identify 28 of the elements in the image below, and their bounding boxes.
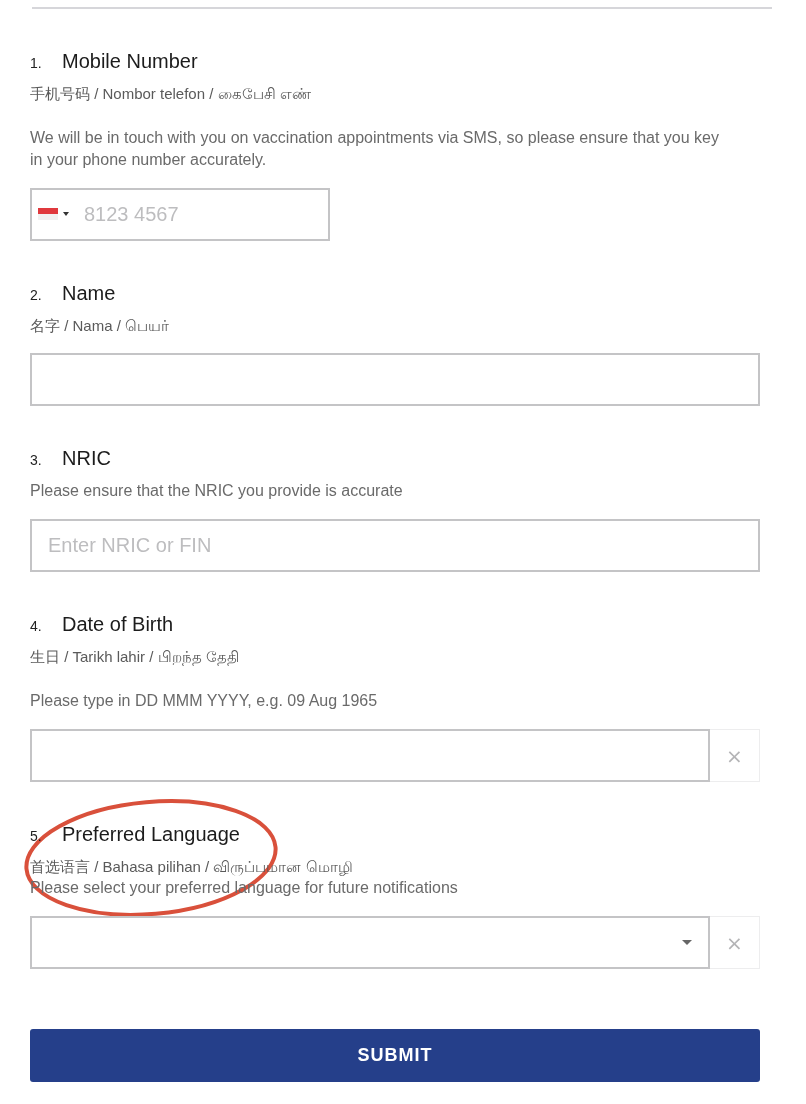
question-title: Preferred Language xyxy=(62,822,240,846)
field-description: Please type in DD MMM YYYY, e.g. 09 Aug 1965 xyxy=(30,691,379,711)
dropdown-field[interactable] xyxy=(30,916,710,969)
question-title: Date of Birth xyxy=(62,612,174,636)
caret-icon xyxy=(682,940,692,945)
country-code-dropdown[interactable] xyxy=(38,208,69,220)
clear-button[interactable]: × xyxy=(710,729,760,782)
phone-input-field[interactable]: 8123 4567 xyxy=(30,188,330,241)
question-number: 4. xyxy=(30,617,43,636)
clear-button[interactable]: × xyxy=(710,916,760,969)
translated-label: 生日 / Tarikh lahir / பிறந்த தேதி xyxy=(30,647,240,667)
text-input-field[interactable]: Enter NRIC or FIN xyxy=(30,519,760,572)
question-title: Mobile Number xyxy=(62,49,198,73)
question-number: 5. xyxy=(30,827,43,846)
question-number: 2. xyxy=(30,286,43,305)
date-input-field[interactable] xyxy=(30,729,710,782)
question-number: 1. xyxy=(30,54,43,73)
question-number: 3. xyxy=(30,451,43,470)
translated-label: 名字 / Nama / பெயர் xyxy=(30,316,171,336)
field-hint: Please ensure that the NRIC you provide is accurate xyxy=(30,481,404,501)
translated-label: 手机号码 / Nombor telefon / கைபேசி எண் xyxy=(30,84,312,104)
question-title: Name xyxy=(62,281,116,305)
field-description: We will be in touch with you on vaccination appointments via SMS, so please ensure that you key in your phone number accurately. xyxy=(30,128,720,170)
submit-button[interactable]: SUBMIT xyxy=(30,1029,760,1082)
flag-icon xyxy=(38,208,58,220)
question-title: NRIC xyxy=(62,446,111,470)
caret-icon xyxy=(63,212,69,216)
text-input-field[interactable] xyxy=(30,353,760,406)
